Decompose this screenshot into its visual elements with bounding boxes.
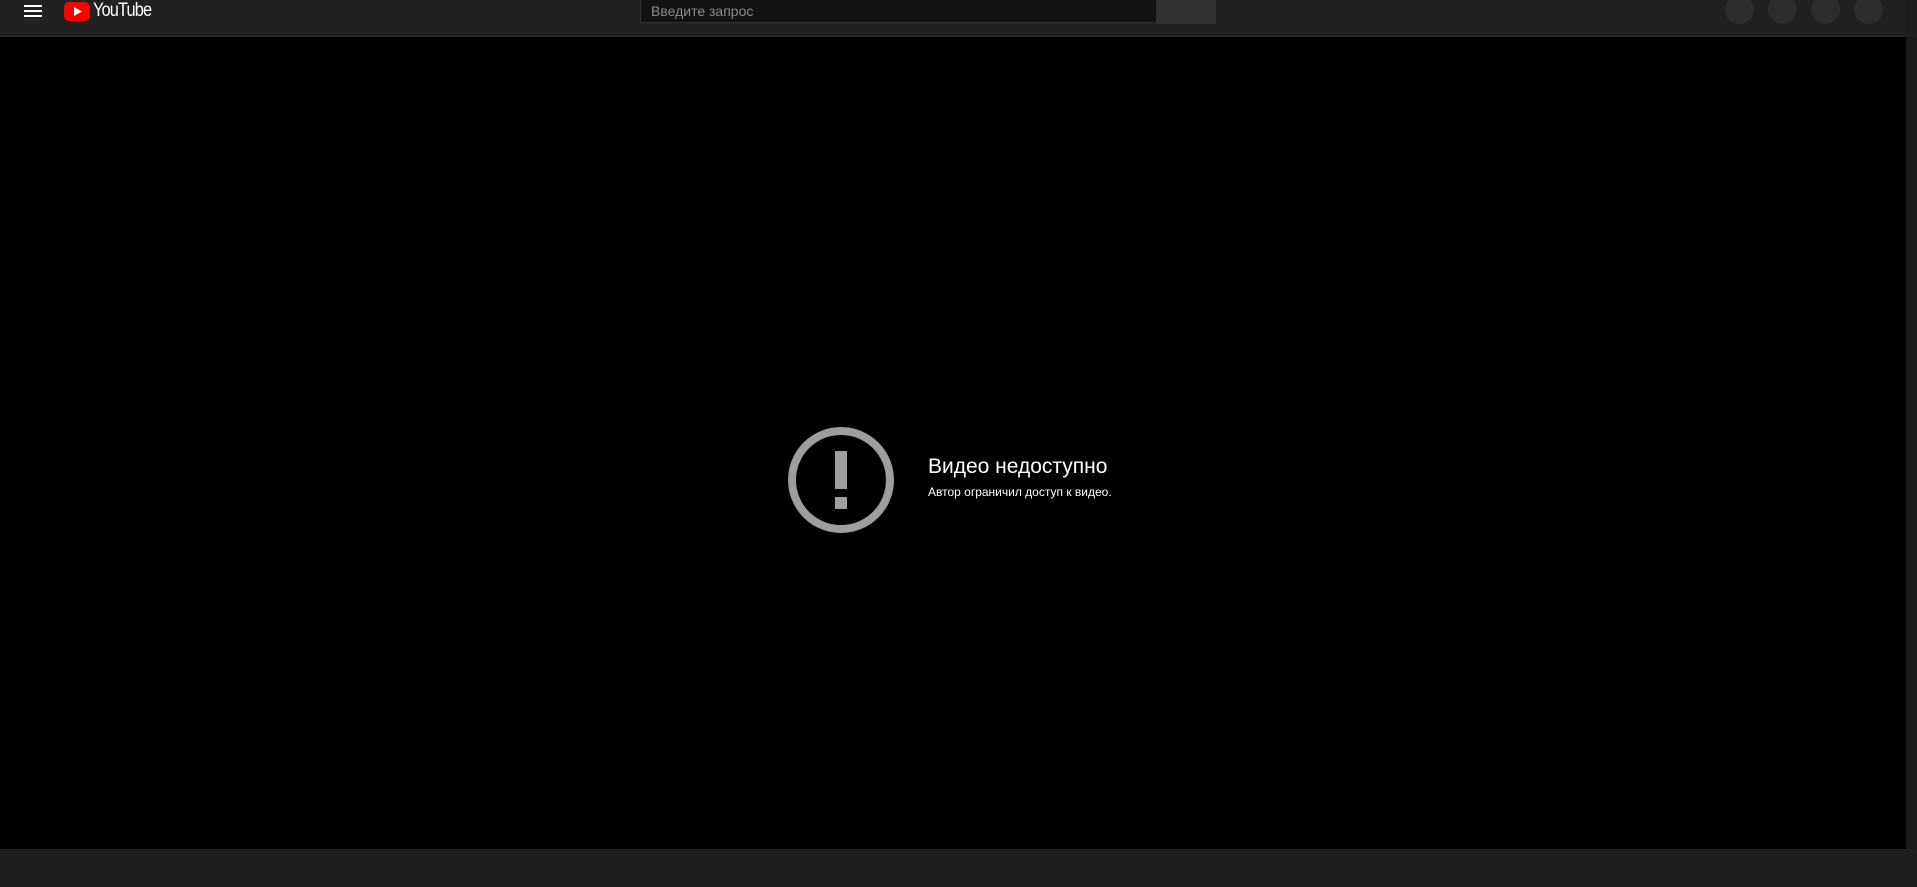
logo-text: YouTube xyxy=(93,0,152,21)
avatar-button[interactable] xyxy=(1854,0,1883,24)
hamburger-menu-icon xyxy=(24,5,42,17)
scrollbar[interactable] xyxy=(1906,37,1917,849)
notifications-button[interactable] xyxy=(1811,0,1840,24)
page: YouTube Видео недоступно Автор ограничил… xyxy=(0,0,1917,887)
search-button[interactable] xyxy=(1157,0,1216,24)
search-box xyxy=(640,0,1157,23)
create-button[interactable] xyxy=(1725,0,1754,24)
youtube-play-icon xyxy=(64,1,90,21)
exclamation-circle-icon xyxy=(788,427,894,533)
error-subtitle: Автор ограничил доступ к видео. xyxy=(928,485,1112,499)
error-text: Видео недоступно Автор ограничил доступ … xyxy=(928,455,1112,499)
apps-button[interactable] xyxy=(1768,0,1797,24)
video-player[interactable]: Видео недоступно Автор ограничил доступ … xyxy=(0,37,1906,849)
menu-button[interactable] xyxy=(20,0,46,22)
masthead: YouTube xyxy=(0,0,1906,37)
header-actions xyxy=(1725,0,1883,24)
search-input[interactable] xyxy=(641,0,1156,22)
error-title: Видео недоступно xyxy=(928,455,1108,478)
youtube-logo[interactable]: YouTube xyxy=(64,0,161,22)
player-error: Видео недоступно Автор ограничил доступ … xyxy=(786,425,1112,535)
